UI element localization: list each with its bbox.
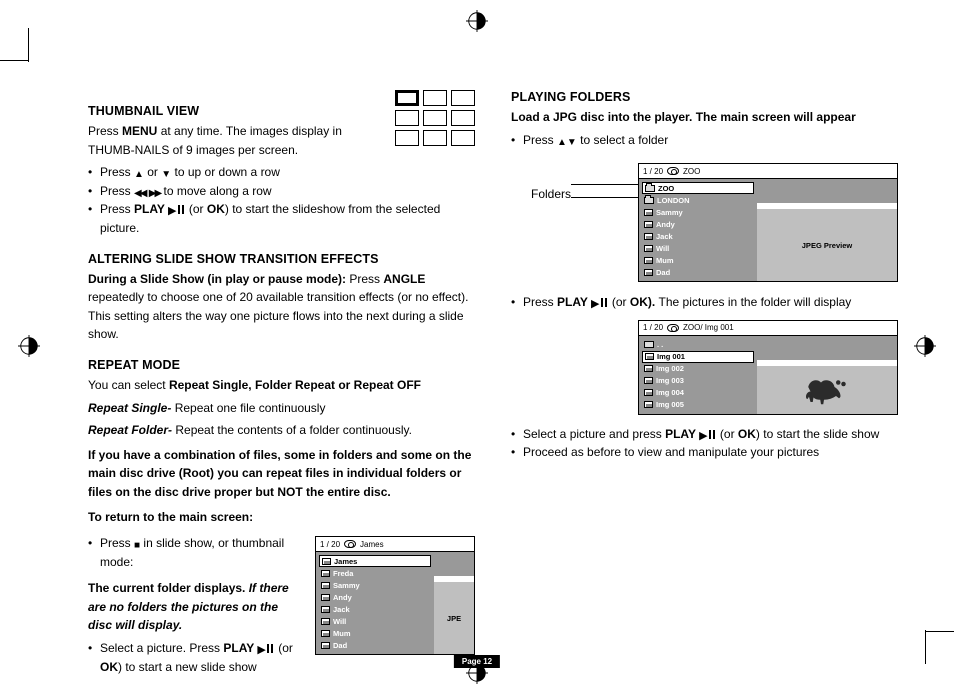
- page-content: THUMBNAIL VIEW Press MENU at any time. T…: [88, 90, 898, 652]
- bullet-list: Press or to up or down a row Press to mo…: [88, 163, 475, 237]
- list-item: LONDON: [642, 194, 754, 206]
- disc-icon: [667, 167, 679, 175]
- bullet-list: Press in slide show, or thumbnail mode:: [88, 534, 305, 571]
- heading-repeat-mode: REPEAT MODE: [88, 358, 475, 372]
- bear-icon: [803, 375, 851, 405]
- list-item: Press or to up or down a row: [100, 163, 475, 182]
- rewind-icon: [134, 189, 145, 199]
- bullet-list: Press PLAY (or OK). The pictures in the …: [511, 293, 898, 312]
- list-item: Dad: [642, 266, 754, 278]
- list-item: Will: [642, 242, 754, 254]
- body-text: If you have a combination of files, some…: [88, 446, 475, 502]
- list-item-up: . .: [642, 339, 754, 351]
- callout-line: [571, 197, 643, 198]
- list-item: Select a picture and press PLAY (or OK) …: [523, 425, 898, 444]
- list-item: Press in slide show, or thumbnail mode:: [100, 534, 305, 571]
- list-item: Mum: [642, 254, 754, 266]
- registration-mark-icon: [466, 10, 488, 32]
- body-text: During a Slide Show (in play or pause mo…: [88, 270, 475, 344]
- body-text: You can select Repeat Single, Folder Rep…: [88, 376, 475, 395]
- heading-altering-transitions: ALTERING SLIDE SHOW TRANSITION EFFECTS: [88, 252, 475, 266]
- right-column: PLAYING FOLDERS Load a JPG disc into the…: [511, 90, 898, 652]
- list-item: ZOO: [642, 182, 754, 194]
- crop-mark: [925, 630, 926, 664]
- folder-browser-mockup: 1 / 20James JamesFredaSammyAndyJackWillM…: [315, 536, 475, 655]
- left-column: THUMBNAIL VIEW Press MENU at any time. T…: [88, 90, 475, 652]
- list-item: Press PLAY (or OK) to start the slidesho…: [100, 200, 475, 237]
- up-arrow-icon: [134, 170, 144, 180]
- crop-mark: [28, 28, 29, 62]
- disc-icon: [667, 324, 679, 332]
- list-item: Andy: [642, 218, 754, 230]
- list-item: Press to select a folder: [523, 131, 898, 150]
- body-text: Load a JPG disc into the player. The mai…: [511, 108, 898, 127]
- list-item: Will: [319, 615, 431, 627]
- registration-mark-icon: [914, 335, 936, 357]
- list-item: Andy: [319, 591, 431, 603]
- list-item: Img 004: [642, 387, 754, 399]
- callout-label: Folders: [531, 187, 571, 201]
- folder-browser-mockup: 1 / 20ZOO ZOOLONDONSammyAndyJackWillMumD…: [638, 163, 898, 282]
- bullet-list: Press to select a folder: [511, 131, 898, 150]
- list-item: Freda: [319, 567, 431, 579]
- list-item: Press PLAY (or OK). The pictures in the …: [523, 293, 898, 312]
- crop-mark: [926, 631, 954, 632]
- list-item: Sammy: [319, 579, 431, 591]
- body-text: The current folder displays. If there ar…: [88, 579, 305, 635]
- list-item: Img 001: [642, 351, 754, 363]
- list-item: Proceed as before to view and manipulate…: [523, 443, 898, 462]
- folder-browser-mockup: 1 / 20ZOO/ Img 001 . .Img 001Img 002Img …: [638, 320, 898, 415]
- play-pause-icon: [168, 205, 185, 217]
- heading-playing-folders: PLAYING FOLDERS: [511, 90, 898, 104]
- disc-icon: [344, 540, 356, 548]
- fast-forward-icon: [149, 189, 160, 199]
- play-pause-icon: [699, 430, 716, 442]
- list-item: Img 002: [642, 363, 754, 375]
- registration-mark-icon: [18, 335, 40, 357]
- list-item: Jack: [642, 230, 754, 242]
- play-pause-icon: [257, 644, 274, 656]
- down-arrow-icon: [567, 138, 577, 148]
- list-item: Img 005: [642, 399, 754, 411]
- crop-mark: [0, 60, 28, 61]
- list-item: Press to move along a row: [100, 182, 475, 201]
- list-item: Select a picture. Press PLAY (or OK) to …: [100, 639, 305, 676]
- bullet-list: Select a picture. Press PLAY (or OK) to …: [88, 639, 305, 676]
- body-text: Repeat Folder- Repeat the contents of a …: [88, 421, 475, 440]
- down-arrow-icon: [161, 170, 171, 180]
- list-item: Dad: [319, 639, 431, 651]
- callout-line: [571, 184, 643, 185]
- bullet-list: Select a picture and press PLAY (or OK) …: [511, 425, 898, 462]
- body-text: To return to the main screen:: [88, 508, 475, 527]
- page-number: Page 12: [454, 655, 500, 668]
- up-arrow-icon: [557, 138, 567, 148]
- body-text: Repeat Single- Repeat one file continuou…: [88, 399, 475, 418]
- list-item: James: [319, 555, 431, 567]
- play-pause-icon: [591, 298, 608, 310]
- list-item: Mum: [319, 627, 431, 639]
- list-item: Img 003: [642, 375, 754, 387]
- list-item: Sammy: [642, 206, 754, 218]
- thumbnail-grid-icon: [395, 90, 475, 146]
- list-item: Jack: [319, 603, 431, 615]
